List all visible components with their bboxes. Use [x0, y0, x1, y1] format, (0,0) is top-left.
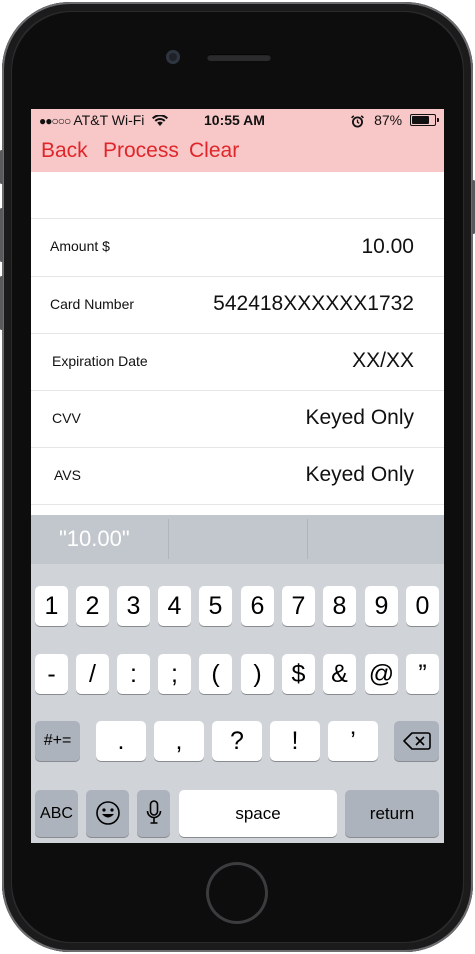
- key-3[interactable]: 3: [117, 586, 150, 626]
- suggestion-text: "10.00": [59, 526, 130, 551]
- status-time: 10:55 AM: [204, 112, 265, 128]
- form-row-cvv[interactable]: CVV Keyed Only: [31, 390, 444, 448]
- key-9[interactable]: 9: [365, 586, 398, 626]
- key-close-paren[interactable]: ): [241, 654, 274, 694]
- card-number-value[interactable]: 542418XXXXXX1732: [213, 292, 414, 316]
- form-spacer-row: [31, 172, 444, 219]
- predictive-bar: "10.00": [31, 515, 444, 564]
- process-button[interactable]: Process: [103, 139, 179, 163]
- screen: ●●○○○ AT&T Wi-Fi 10:55 AM 87% Back Proce…: [31, 109, 444, 843]
- form-row-expiration[interactable]: Expiration Date XX/XX: [31, 333, 444, 391]
- form-row-amount[interactable]: Amount $ 10.00: [31, 219, 444, 277]
- key-colon[interactable]: :: [117, 654, 150, 694]
- battery-fill: [412, 116, 429, 125]
- clear-button[interactable]: Clear: [189, 139, 239, 163]
- wifi-icon: [152, 114, 169, 127]
- status-bar: ●●○○○ AT&T Wi-Fi 10:55 AM 87%: [31, 109, 444, 131]
- form-row-card-number[interactable]: Card Number 542418XXXXXX1732: [31, 276, 444, 334]
- key-quote[interactable]: ”: [406, 654, 439, 694]
- avs-label: AVS: [54, 467, 81, 483]
- suggestion-cell-empty[interactable]: [169, 515, 306, 564]
- space-key[interactable]: space: [179, 790, 337, 837]
- nav-bar: Back Process Clear: [31, 131, 444, 172]
- key-hyphen[interactable]: -: [35, 654, 68, 694]
- earpiece-speaker: [207, 54, 271, 61]
- suggestion-cell[interactable]: "10.00": [31, 515, 168, 564]
- battery-icon: [410, 114, 439, 127]
- key-at[interactable]: @: [365, 654, 398, 694]
- expiration-date-label: Expiration Date: [52, 353, 148, 369]
- battery-percent: 87%: [374, 112, 403, 128]
- alarm-icon: [351, 115, 365, 128]
- key-slash[interactable]: /: [76, 654, 109, 694]
- dictation-key[interactable]: [137, 790, 170, 837]
- status-right: 87%: [351, 112, 439, 128]
- key-apostrophe[interactable]: ’: [328, 721, 378, 761]
- cvv-value[interactable]: Keyed Only: [305, 406, 414, 430]
- key-1[interactable]: 1: [35, 586, 68, 626]
- key-4[interactable]: 4: [158, 586, 191, 626]
- key-0[interactable]: 0: [406, 586, 439, 626]
- front-camera: [166, 50, 180, 64]
- signal-strength-icon: ●●○○○: [39, 114, 71, 128]
- card-number-label: Card Number: [50, 296, 135, 312]
- keyboard: "10.00" 1 2 3 4 5 6 7 8 9 0 - / : ; ( ) …: [31, 515, 444, 843]
- backspace-icon: [402, 732, 431, 750]
- abc-key[interactable]: ABC: [35, 790, 78, 837]
- amount-value[interactable]: 10.00: [361, 235, 414, 259]
- key-question[interactable]: ?: [212, 721, 262, 761]
- battery-tip: [437, 118, 439, 123]
- microphone-icon: [146, 800, 161, 824]
- emoji-icon: [95, 801, 120, 825]
- suggestion-cell-empty[interactable]: [308, 515, 444, 564]
- volume-down-button: [0, 276, 3, 330]
- mute-switch: [0, 150, 3, 184]
- amount-label: Amount $: [50, 238, 110, 254]
- key-open-paren[interactable]: (: [199, 654, 232, 694]
- key-exclamation[interactable]: !: [270, 721, 320, 761]
- key-dollar[interactable]: $: [282, 654, 315, 694]
- key-5[interactable]: 5: [199, 586, 232, 626]
- key-6[interactable]: 6: [241, 586, 274, 626]
- expiration-date-value[interactable]: XX/XX: [352, 349, 414, 373]
- back-button[interactable]: Back: [41, 139, 88, 163]
- key-8[interactable]: 8: [323, 586, 356, 626]
- delete-key[interactable]: [394, 721, 439, 761]
- cvv-label: CVV: [52, 410, 81, 426]
- key-semicolon[interactable]: ;: [158, 654, 191, 694]
- symbols-toggle-key[interactable]: #+=: [35, 721, 80, 761]
- status-left: ●●○○○ AT&T Wi-Fi: [39, 112, 169, 128]
- return-key[interactable]: return: [345, 790, 439, 837]
- key-ampersand[interactable]: &: [323, 654, 356, 694]
- key-7[interactable]: 7: [282, 586, 315, 626]
- key-comma[interactable]: ,: [154, 721, 204, 761]
- home-button[interactable]: [206, 862, 268, 924]
- emoji-key[interactable]: [86, 790, 129, 837]
- key-period[interactable]: .: [96, 721, 146, 761]
- volume-up-button: [0, 208, 3, 262]
- key-2[interactable]: 2: [76, 586, 109, 626]
- carrier-label: AT&T Wi-Fi: [73, 112, 145, 128]
- avs-value[interactable]: Keyed Only: [305, 463, 414, 487]
- form-row-avs[interactable]: AVS Keyed Only: [31, 447, 444, 505]
